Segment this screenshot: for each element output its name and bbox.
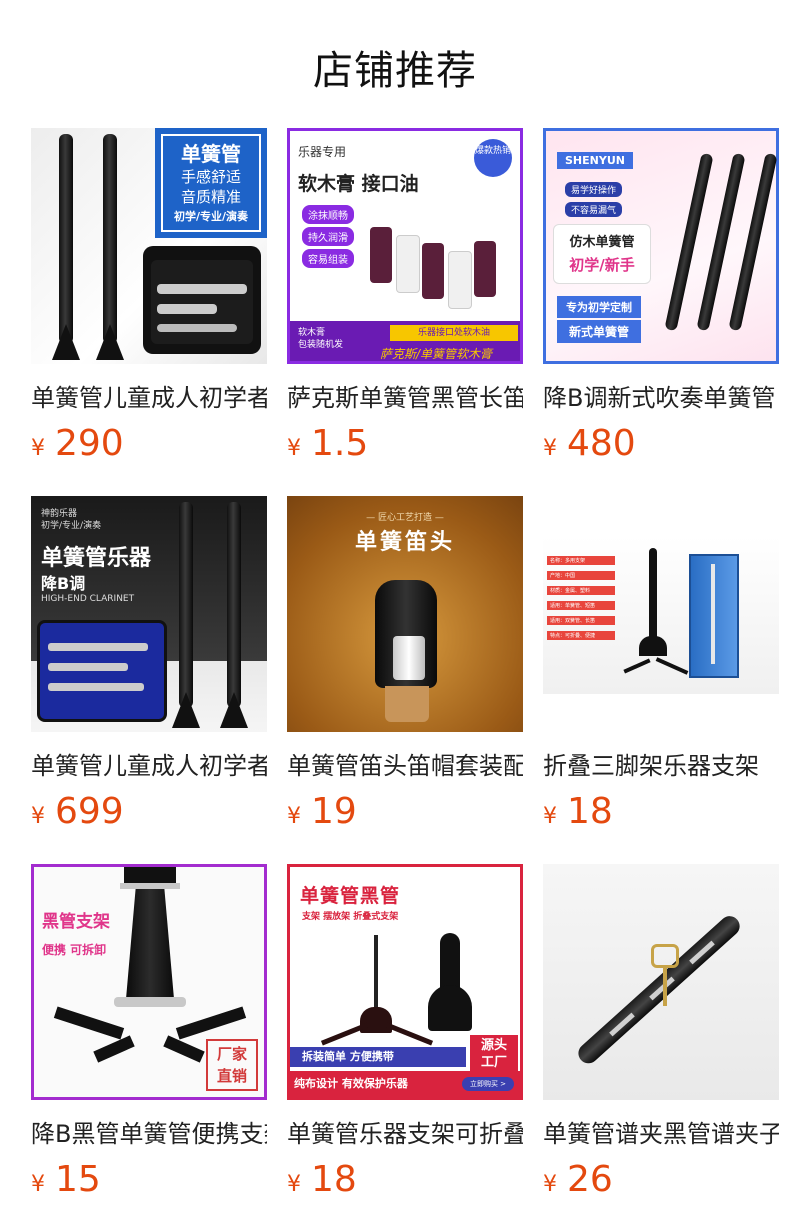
thumb-spec: 适用：单簧管、短笛 — [547, 601, 615, 610]
currency-symbol: ¥ — [543, 804, 557, 829]
thumb-text: 音质精准 — [180, 188, 241, 206]
product-image[interactable]: 单簧管 手感舒适 音质精准 初学/专业/演奏 — [31, 128, 267, 364]
thumb-text: 仿木单簧管 — [569, 235, 635, 250]
thumb-spec: 特点：可折叠、便捷 — [547, 631, 615, 640]
product-name[interactable]: 折叠三脚架乐器支架 — [543, 746, 779, 781]
product-image[interactable]: 单簧管黑管 支架 摆放架 折叠式支架 源头 工厂 拆装简单 方便携带 纯布设计 … — [287, 864, 523, 1100]
product-image[interactable]: — 匠心工艺打造 — 单簧笛头 — [287, 496, 523, 732]
product-card[interactable]: — 匠心工艺打造 — 单簧笛头 单簧管笛头笛帽套装配件 ¥ 19 — [287, 496, 523, 832]
thumb-spec: 产地：中国 — [547, 571, 615, 580]
price-value: 290 — [55, 423, 124, 464]
product-image[interactable]: SHENYUN 易学好操作 不容易漏气 仿木单簧管 初学/新手 专为初学定制 新… — [543, 128, 779, 364]
thumb-text: 黑管支架 — [42, 912, 110, 932]
product-card[interactable]: 单簧管黑管 支架 摆放架 折叠式支架 源头 工厂 拆装简单 方便携带 纯布设计 … — [287, 864, 523, 1200]
thumb-tag: 持久润滑 — [302, 227, 354, 246]
thumb-text: 软木膏 包装随机发 — [298, 328, 344, 350]
product-image[interactable] — [543, 864, 779, 1100]
thumb-text: 单簧管乐器 — [41, 546, 152, 571]
price-value: 19 — [311, 791, 357, 832]
thumb-text: 专为初学定制 — [557, 296, 641, 318]
thumb-text: HIGH-END CLARINET — [41, 594, 135, 604]
price-value: 18 — [311, 1159, 357, 1200]
thumb-text: 乐器接口处软木油 — [390, 325, 518, 341]
page-title: 店铺推荐 — [313, 48, 477, 94]
thumb-text: — 匠心工艺打造 — — [366, 513, 444, 523]
product-price: ¥ 15 — [31, 1159, 267, 1200]
thumb-tag: 涂抹顺畅 — [302, 205, 354, 224]
thumb-text: 初学/专业/演奏 — [173, 210, 249, 223]
thumb-text: 软木膏 接口油 — [298, 173, 419, 195]
product-card[interactable]: 神韵乐器 初学/专业/演奏 单簧管乐器 降B调 HIGH-END CLARINE… — [31, 496, 267, 832]
thumb-text: 萨克斯/单簧管软木膏 — [380, 347, 493, 361]
thumb-pill: 不容易漏气 — [565, 202, 623, 217]
product-image[interactable]: 神韵乐器 初学/专业/演奏 单簧管乐器 降B调 HIGH-END CLARINE… — [31, 496, 267, 732]
thumb-text: 单簧管 — [181, 142, 241, 166]
product-price: ¥ 18 — [287, 1159, 523, 1200]
product-image[interactable]: 乐器专用 软木膏 接口油 爆款热销 涂抹顺畅 持久润滑 容易组装 乐器接口处软木… — [287, 128, 523, 364]
product-name[interactable]: 单簧管儿童成人初学者 — [31, 746, 267, 781]
product-price: ¥ 19 — [287, 791, 523, 832]
product-price: ¥ 699 — [31, 791, 267, 832]
thumb-stamp: 厂家 — [216, 1045, 247, 1063]
product-name[interactable]: 萨克斯单簧管黑管长笛 — [287, 378, 523, 413]
thumb-corner: 源头 — [480, 1038, 507, 1053]
product-name[interactable]: 降B调新式吹奏单簧管 — [543, 378, 779, 413]
product-name[interactable]: 单簧管笛头笛帽套装配件 — [287, 746, 523, 781]
thumb-spec: 适用：双簧管、长笛 — [547, 616, 615, 625]
thumb-text: 单簧管黑管 — [300, 885, 401, 907]
price-value: 699 — [55, 791, 124, 832]
product-image[interactable]: 黑管支架 便携 可拆卸 厂家 直销 — [31, 864, 267, 1100]
thumb-text: 乐器专用 — [298, 145, 347, 159]
thumb-spec: 名称：多用支架 — [547, 556, 615, 565]
product-name[interactable]: 单簧管儿童成人初学者 — [31, 378, 267, 413]
product-price: ¥ 290 — [31, 423, 267, 464]
thumb-buy: 立即购买 > — [462, 1077, 514, 1091]
product-price: ¥ 1.5 — [287, 423, 523, 464]
product-card[interactable]: 黑管支架 便携 可拆卸 厂家 直销 降B黑管单簧管便携支架 ¥ 15 — [31, 864, 267, 1200]
price-value: 26 — [567, 1159, 613, 1200]
product-price: ¥ 26 — [543, 1159, 779, 1200]
product-card[interactable]: 单簧管谱夹黑管谱夹子 ¥ 26 — [543, 864, 779, 1200]
thumb-text: 手感舒适 — [180, 168, 241, 186]
thumb-text: 新式单簧管 — [557, 320, 641, 343]
currency-symbol: ¥ — [31, 1172, 45, 1197]
product-card[interactable]: SHENYUN 易学好操作 不容易漏气 仿木单簧管 初学/新手 专为初学定制 新… — [543, 128, 779, 464]
product-price: ¥ 480 — [543, 423, 779, 464]
currency-symbol: ¥ — [31, 436, 45, 461]
product-name[interactable]: 降B黑管单簧管便携支架 — [31, 1114, 267, 1149]
thumb-text: 便携 可拆卸 — [42, 943, 107, 957]
product-card[interactable]: 名称：多用支架 产地：中国 材质：金属、塑料 适用：单簧管、短笛 适用：双簧管、… — [543, 496, 779, 832]
currency-symbol: ¥ — [287, 436, 301, 461]
price-value: 18 — [567, 791, 613, 832]
currency-symbol: ¥ — [287, 804, 301, 829]
product-price: ¥ 18 — [543, 791, 779, 832]
product-name[interactable]: 单簧管谱夹黑管谱夹子 — [543, 1114, 779, 1149]
price-value: 480 — [567, 423, 636, 464]
price-value: 15 — [55, 1159, 101, 1200]
thumb-text: 神韵乐器 初学/专业/演奏 — [41, 509, 102, 531]
thumb-text: 单簧笛头 — [354, 530, 455, 555]
thumb-corner: 工厂 — [480, 1055, 507, 1070]
thumb-badge: 爆款热销 — [474, 139, 512, 177]
thumb-pill: 易学好操作 — [565, 182, 623, 197]
thumb-text: 降B调 — [41, 574, 86, 593]
thumb-text: 初学/新手 — [569, 256, 635, 274]
currency-symbol: ¥ — [543, 436, 557, 461]
thumb-stamp: 直销 — [216, 1067, 247, 1085]
currency-symbol: ¥ — [543, 1172, 557, 1197]
product-card[interactable]: 单簧管 手感舒适 音质精准 初学/专业/演奏 单簧管儿童成人初学者 ¥ 290 — [31, 128, 267, 464]
thumb-brand: SHENYUN — [557, 152, 633, 169]
thumb-spec: 材质：金属、塑料 — [547, 586, 615, 595]
currency-symbol: ¥ — [287, 1172, 301, 1197]
product-name[interactable]: 单簧管乐器支架可折叠 — [287, 1114, 523, 1149]
product-card[interactable]: 乐器专用 软木膏 接口油 爆款热销 涂抹顺畅 持久润滑 容易组装 乐器接口处软木… — [287, 128, 523, 464]
product-image[interactable]: 名称：多用支架 产地：中国 材质：金属、塑料 适用：单簧管、短笛 适用：双簧管、… — [543, 496, 779, 732]
price-value: 1.5 — [311, 423, 369, 464]
thumb-banner: 拆装简单 方便携带 — [290, 1047, 466, 1067]
thumb-text: 支架 摆放架 折叠式支架 — [302, 912, 399, 922]
currency-symbol: ¥ — [31, 804, 45, 829]
thumb-tag: 容易组装 — [302, 249, 354, 268]
